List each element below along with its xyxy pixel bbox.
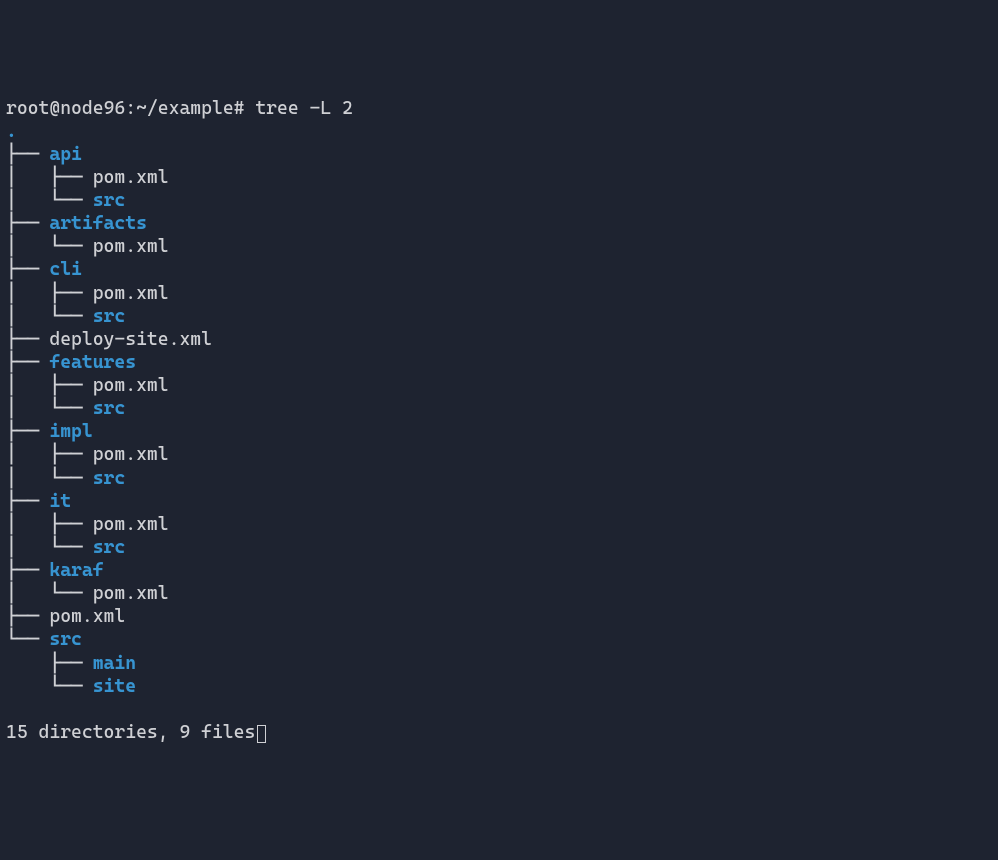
tree-dir: artifacts	[49, 213, 147, 234]
tree-dir: features	[49, 352, 136, 373]
command-text: tree -L 2	[255, 98, 353, 119]
tree-branch: ├──	[6, 606, 49, 627]
tree-dir: it	[49, 491, 71, 512]
prompt-colon: :	[125, 98, 136, 119]
tree-dir: src	[49, 629, 82, 650]
tree-branch: ├──	[6, 329, 49, 350]
tree-branch: ├──	[6, 653, 93, 674]
tree-file: pom.xml	[93, 514, 169, 535]
tree-file: pom.xml	[93, 283, 169, 304]
tree-body: ├── api │ ├── pom.xml │ └── src ├── arti…	[6, 143, 992, 698]
tree-file: pom.xml	[93, 236, 169, 257]
tree-branch: │ └──	[6, 398, 93, 419]
tree-dir: site	[93, 676, 136, 697]
tree-dir: src	[93, 537, 126, 558]
tree-branch: │ ├──	[6, 283, 93, 304]
tree-branch: ├──	[6, 491, 49, 512]
tree-file: pom.xml	[93, 583, 169, 604]
tree-branch: ├──	[6, 560, 49, 581]
tree-branch: │ ├──	[6, 167, 93, 188]
tree-dir: api	[49, 144, 82, 165]
tree-branch: └──	[6, 676, 93, 697]
tree-dir: impl	[49, 421, 92, 442]
tree-branch: │ └──	[6, 190, 93, 211]
tree-branch: │ └──	[6, 468, 93, 489]
tree-dir: src	[93, 306, 126, 327]
prompt-path: ~/example	[136, 98, 234, 119]
tree-branch: │ └──	[6, 236, 93, 257]
tree-file: pom.xml	[93, 375, 169, 396]
tree-branch: ├──	[6, 259, 49, 280]
tree-dir: src	[93, 468, 126, 489]
tree-branch: │ ├──	[6, 514, 93, 535]
tree-branch: │ └──	[6, 583, 93, 604]
cursor-icon	[257, 725, 266, 743]
tree-branch: │ ├──	[6, 375, 93, 396]
tree-branch: ├──	[6, 352, 49, 373]
tree-root-dot: .	[6, 121, 17, 142]
tree-file: deploy-site.xml	[49, 329, 212, 350]
tree-branch: │ └──	[6, 537, 93, 558]
tree-summary: 15 directories, 9 files	[6, 722, 255, 743]
tree-file: pom.xml	[93, 444, 169, 465]
prompt-user: root	[6, 98, 49, 119]
tree-dir: cli	[49, 259, 82, 280]
tree-file: pom.xml	[49, 606, 125, 627]
tree-branch: │ └──	[6, 306, 93, 327]
tree-branch: ├──	[6, 144, 49, 165]
tree-dir: src	[93, 398, 126, 419]
tree-branch: ├──	[6, 213, 49, 234]
prompt-host: node96	[60, 98, 125, 119]
terminal-output[interactable]: root@node96:~/example# tree -L 2 . ├── a…	[6, 97, 992, 745]
prompt-at: @	[49, 98, 60, 119]
tree-branch: ├──	[6, 421, 49, 442]
tree-dir: main	[93, 653, 136, 674]
tree-branch: └──	[6, 629, 49, 650]
prompt-space	[245, 98, 256, 119]
prompt-symbol: #	[234, 98, 245, 119]
tree-branch: │ ├──	[6, 444, 93, 465]
tree-dir: src	[93, 190, 126, 211]
prompt-line: root@node96:~/example# tree -L 2	[6, 98, 353, 119]
tree-file: pom.xml	[93, 167, 169, 188]
tree-dir: karaf	[49, 560, 103, 581]
